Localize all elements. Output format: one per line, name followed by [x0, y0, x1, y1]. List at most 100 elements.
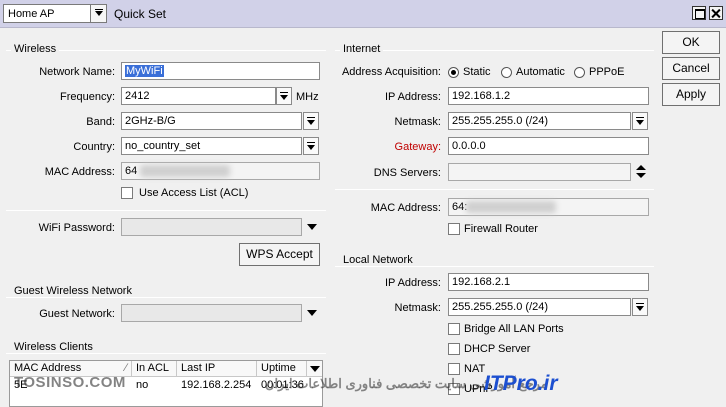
frequency-dropdown-icon[interactable] [276, 87, 292, 105]
use-acl-checkbox[interactable] [121, 187, 133, 199]
nat-checkbox[interactable] [448, 363, 460, 375]
internet-mac-redaction [466, 201, 556, 213]
wireless-group-title: Wireless [11, 43, 60, 55]
internet-netmask-dropdown-icon[interactable] [632, 112, 648, 130]
internet-netmask-value: 255.255.255.0 (/24) [452, 115, 549, 127]
close-icon[interactable] [709, 6, 723, 20]
column-header-uptime-label: Uptime [261, 362, 296, 374]
band-value: 2GHz-B/G [125, 115, 176, 127]
wifi-password-input[interactable] [121, 218, 302, 236]
columns-menu-icon[interactable] [310, 366, 320, 372]
firewall-router-checkbox[interactable] [448, 223, 460, 235]
internet-group-title: Internet [340, 43, 384, 55]
column-header-uptime[interactable]: Uptime [257, 361, 307, 377]
internet-netmask-select[interactable]: 255.255.255.0 (/24) [448, 112, 631, 130]
wps-accept-button[interactable]: WPS Accept [239, 243, 320, 266]
internet-divider [335, 189, 654, 190]
column-header-last-ip[interactable]: Last IP [177, 361, 257, 377]
column-header-in-acl[interactable]: In ACL [132, 361, 177, 377]
guest-network-dropdown-icon[interactable] [307, 310, 317, 316]
firewall-router-label: Firewall Router [464, 223, 538, 235]
columns-menu[interactable] [307, 361, 322, 377]
network-name-value: MyWiFi [125, 65, 164, 77]
frequency-label: Frequency: [59, 91, 115, 103]
internet-ip-input[interactable]: 192.168.1.2 [448, 87, 649, 105]
local-group-title: Local Network [340, 254, 416, 266]
title-bar: Home AP Quick Set [0, 0, 726, 28]
wifi-password-dropdown-icon[interactable] [307, 224, 317, 230]
band-label: Band: [86, 116, 115, 128]
dhcp-server-checkbox[interactable] [448, 343, 460, 355]
use-acl-label: Use Access List (ACL) [139, 187, 249, 199]
wifi-password-label: WiFi Password: [38, 222, 115, 234]
dns-servers-field[interactable] [448, 163, 631, 181]
guest-group-divider [6, 297, 326, 298]
guest-group-title: Guest Wireless Network [11, 285, 135, 297]
watermark-itpro: ITPro.ir [484, 372, 558, 395]
cancel-button[interactable]: Cancel [662, 57, 720, 80]
internet-ip-value: 192.168.1.2 [452, 90, 511, 102]
radio-static-label: Static [463, 66, 491, 78]
mode-select[interactable]: Home AP [3, 4, 107, 23]
network-name-label: Network Name: [39, 66, 115, 78]
local-netmask-select[interactable]: 255.255.255.0 (/24) [448, 298, 631, 316]
radio-pppoe[interactable] [574, 67, 585, 78]
dns-servers-label: DNS Servers: [373, 167, 441, 179]
local-netmask-label: Netmask: [394, 302, 441, 314]
network-name-input[interactable]: MyWiFi [121, 62, 320, 80]
window-title: Quick Set [114, 7, 167, 21]
gateway-value: 0.0.0.0 [452, 140, 486, 152]
cell-last-ip: 192.168.2.254 [181, 379, 252, 391]
mode-select-value: Home AP [8, 8, 55, 20]
country-value: no_country_set [125, 140, 201, 152]
radio-automatic[interactable] [501, 67, 512, 78]
mac-redaction [140, 165, 230, 177]
local-ip-label: IP Address: [384, 277, 441, 289]
clients-group-title: Wireless Clients [11, 341, 96, 353]
column-header-in-acl-label: In ACL [136, 362, 170, 374]
internet-netmask-label: Netmask: [394, 116, 441, 128]
chevron-down-icon[interactable] [90, 5, 106, 22]
internet-ip-label: IP Address: [384, 91, 441, 103]
local-ip-input[interactable]: 192.168.2.1 [448, 273, 649, 291]
apply-button[interactable]: Apply [662, 83, 720, 106]
gateway-label: Gateway: [394, 141, 441, 153]
country-select[interactable]: no_country_set [121, 137, 302, 155]
country-dropdown-icon[interactable] [303, 137, 319, 155]
nat-label: NAT [464, 363, 486, 375]
country-label: Country: [73, 141, 115, 153]
watermark-tosinso: TOSINSO.COM [14, 374, 126, 391]
radio-static[interactable] [448, 67, 459, 78]
band-select[interactable]: 2GHz-B/G [121, 112, 302, 130]
cell-in-acl: no [136, 379, 149, 391]
radio-pppoe-label: PPPoE [589, 66, 625, 78]
local-group-divider [335, 266, 654, 267]
bridge-lan-checkbox[interactable] [448, 323, 460, 335]
internet-mac-value: 64: [452, 201, 468, 213]
clients-group-divider [6, 353, 326, 354]
local-netmask-value: 255.255.255.0 (/24) [452, 301, 549, 313]
wireless-divider [6, 210, 326, 211]
frequency-unit: MHz [296, 91, 319, 103]
dns-updown-icon[interactable] [636, 165, 646, 179]
local-netmask-dropdown-icon[interactable] [632, 298, 648, 316]
sort-icon: ∕ [125, 362, 127, 374]
address-acquisition-label: Address Acquisition: [341, 66, 441, 78]
dhcp-server-label: DHCP Server [464, 343, 531, 355]
guest-network-label: Guest Network: [39, 308, 115, 320]
internet-mac-label: MAC Address: [370, 202, 441, 214]
frequency-input[interactable]: 2412 [121, 87, 276, 105]
mac-address-value: 64 [125, 165, 138, 177]
bridge-lan-label: Bridge All LAN Ports [464, 323, 564, 335]
mac-address-label: MAC Address: [44, 166, 115, 178]
frequency-value: 2412 [125, 90, 150, 102]
radio-automatic-label: Automatic [516, 66, 565, 78]
column-header-mac-label: MAC Address [14, 362, 82, 374]
local-ip-value: 192.168.2.1 [452, 276, 511, 288]
ok-button[interactable]: OK [662, 31, 720, 54]
maximize-icon[interactable] [692, 6, 706, 20]
gateway-input[interactable]: 0.0.0.0 [448, 137, 649, 155]
band-dropdown-icon[interactable] [303, 112, 319, 130]
column-header-last-ip-label: Last IP [181, 362, 216, 374]
guest-network-input[interactable] [121, 304, 302, 322]
